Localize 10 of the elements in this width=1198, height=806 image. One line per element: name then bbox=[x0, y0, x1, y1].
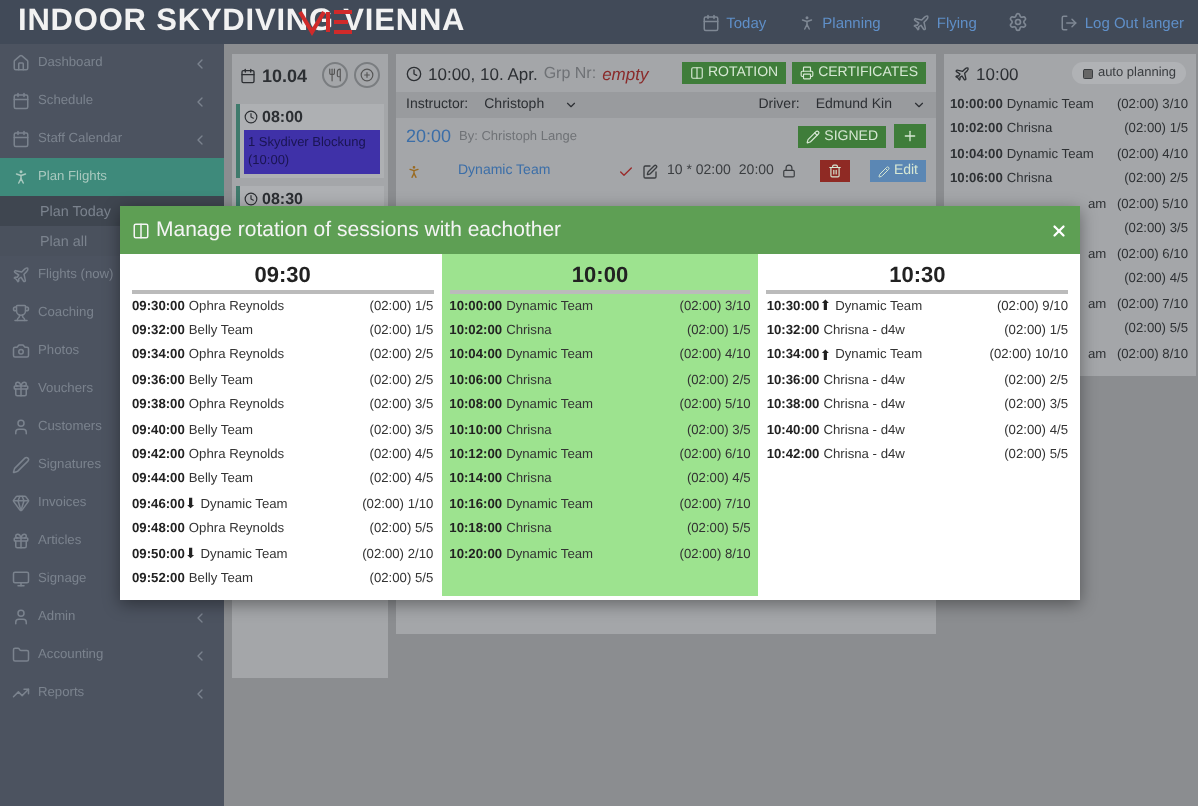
group-value: empty bbox=[602, 63, 649, 83]
session-title: 10:00, 10. Apr. bbox=[428, 63, 538, 83]
column-heading: 10:00 bbox=[449, 254, 751, 294]
day-date: 10.04 bbox=[262, 65, 308, 85]
slot-time: 08:00 bbox=[262, 108, 303, 126]
slot-time: 08:30 bbox=[262, 190, 303, 209]
column-heading: 10:30 bbox=[766, 254, 1068, 294]
plan-time: 10:00 bbox=[976, 63, 1019, 83]
flight-time: 20:00 bbox=[406, 126, 452, 146]
column-heading: 09:30 bbox=[132, 254, 434, 294]
